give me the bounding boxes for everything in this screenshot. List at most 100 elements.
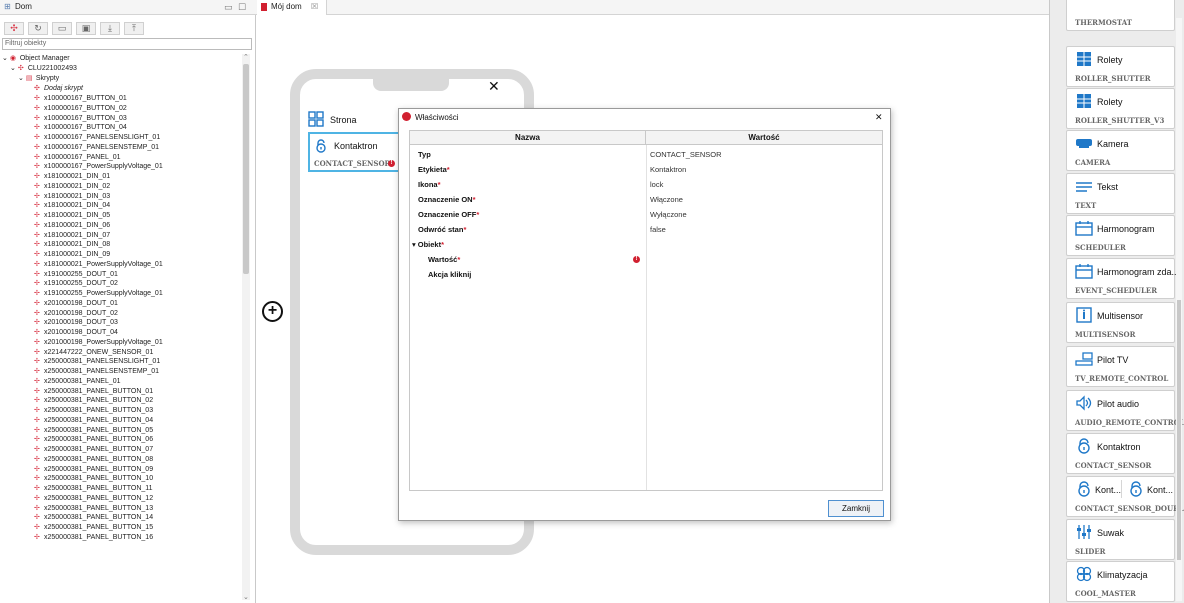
tree-object-item[interactable]: ✢ x250000381_PANEL_BUTTON_09 bbox=[34, 465, 153, 474]
tree-object-item[interactable]: ✢ x250000381_PANELSENSLIGHT_01 bbox=[34, 357, 160, 366]
column-value-header[interactable]: Wartość bbox=[646, 131, 882, 145]
filter-input[interactable]: Filtruj obiekty bbox=[2, 38, 252, 50]
tree-object-item[interactable]: ✢ x181000021_DIN_06 bbox=[34, 221, 110, 230]
tree-object-item[interactable]: ✢ x100000167_PowerSupplyVoltage_01 bbox=[34, 162, 163, 171]
panel-button[interactable]: ▭ bbox=[52, 22, 72, 35]
tree-object-item[interactable]: ✢ x250000381_PANEL_BUTTON_05 bbox=[34, 426, 153, 435]
tree-object-item[interactable]: ✢ x250000381_PANEL_01 bbox=[34, 377, 121, 386]
tree-object-item[interactable]: ✢ x100000167_BUTTON_02 bbox=[34, 104, 127, 113]
tree-object-item[interactable]: ✢ x201000198_DOUT_04 bbox=[34, 328, 118, 337]
tree-object-item[interactable]: ✢ x100000167_BUTTON_01 bbox=[34, 94, 127, 103]
tree-object-item[interactable]: ✢ x181000021_PowerSupplyVoltage_01 bbox=[34, 260, 163, 269]
palette-item-roller-shutter-v3[interactable]: Rolety ROLLER_SHUTTER_V3 bbox=[1066, 88, 1175, 129]
tree-object-item[interactable]: ✢ x100000167_BUTTON_04 bbox=[34, 123, 127, 132]
property-name[interactable]: Odwróć stan* bbox=[418, 225, 466, 234]
phone-close-icon[interactable]: ✕ bbox=[488, 78, 500, 95]
tree-object-item[interactable]: ✢ x250000381_PANEL_BUTTON_03 bbox=[34, 406, 153, 415]
tree-scripts-folder[interactable]: ⌄ ▤ Skrypty bbox=[18, 74, 59, 83]
tree-object-item[interactable]: ✢ x181000021_DIN_01 bbox=[34, 172, 110, 181]
export-button[interactable]: ⤒ bbox=[124, 22, 144, 35]
property-name[interactable]: Etykieta* bbox=[418, 165, 450, 174]
close-button[interactable]: Zamknij bbox=[828, 500, 884, 517]
expand-arrow-icon[interactable]: ▾ bbox=[412, 240, 416, 249]
cube-button[interactable]: ▣ bbox=[76, 22, 96, 35]
palette-item-event-scheduler[interactable]: Harmonogram zda... EVENT_SCHEDULER bbox=[1066, 258, 1179, 299]
minimize-icon[interactable]: ▭ bbox=[224, 2, 233, 13]
column-name-header[interactable]: Nazwa bbox=[410, 131, 646, 145]
property-value[interactable]: Włączone bbox=[650, 195, 683, 204]
tree-object-item[interactable]: ✢ x191000255_DOUT_02 bbox=[34, 279, 118, 288]
tree-object-item[interactable]: ✢ x250000381_PANEL_BUTTON_11 bbox=[34, 484, 153, 493]
palette-item-roller-shutter[interactable]: Rolety ROLLER_SHUTTER bbox=[1066, 46, 1175, 87]
tab-close-icon[interactable]: ☒ bbox=[311, 2, 318, 11]
property-name[interactable]: Typ bbox=[418, 150, 431, 159]
dialog-close-icon[interactable]: ✕ bbox=[875, 112, 883, 123]
tree-object-item[interactable]: ✢ x181000021_DIN_08 bbox=[34, 240, 110, 249]
tree-object-item[interactable]: ✢ x221447222_ONEW_SENSOR_01 bbox=[34, 348, 153, 357]
tree-object-item[interactable]: ✢ x250000381_PANELSENSTEMP_01 bbox=[34, 367, 159, 376]
tree-object-item[interactable]: ✢ x250000381_PANEL_BUTTON_16 bbox=[34, 533, 153, 542]
palette-item-thermostat[interactable]: THERMOSTAT bbox=[1066, 0, 1175, 31]
import-button[interactable]: ⤓ bbox=[100, 22, 120, 35]
tab-dom[interactable]: Dom bbox=[15, 2, 32, 11]
tree-object-item[interactable]: ✢ x250000381_PANEL_BUTTON_01 bbox=[34, 387, 153, 396]
scroll-up-icon[interactable]: ⌃ bbox=[243, 53, 249, 61]
palette-item-multisensor[interactable]: Multisensor MULTISENSOR bbox=[1066, 302, 1175, 343]
add-object-button[interactable]: ✣ bbox=[4, 22, 24, 35]
tree-object-item[interactable]: ✢ x250000381_PANEL_BUTTON_12 bbox=[34, 494, 153, 503]
tree-object-item[interactable]: ✢ x250000381_PANEL_BUTTON_08 bbox=[34, 455, 153, 464]
tree-object-item[interactable]: ✢ x100000167_PANEL_01 bbox=[34, 153, 121, 162]
tile-kontaktron[interactable]: Kontaktron CONTACT_SENSOR ! bbox=[308, 132, 400, 172]
tree-object-item[interactable]: ✢ x201000198_DOUT_02 bbox=[34, 309, 118, 318]
palette-item-text[interactable]: Tekst TEXT bbox=[1066, 173, 1175, 214]
tree-object-item[interactable]: ✢ x201000198_PowerSupplyVoltage_01 bbox=[34, 338, 163, 347]
tree-object-item[interactable]: ✢ x250000381_PANEL_BUTTON_13 bbox=[34, 504, 153, 513]
tile-strona[interactable]: Strona bbox=[308, 108, 404, 132]
palette-item-contact-sensor[interactable]: Kontaktron CONTACT_SENSOR bbox=[1066, 433, 1175, 474]
tree-object-item[interactable]: ✢ x100000167_BUTTON_03 bbox=[34, 114, 127, 123]
tree-object-item[interactable]: ✢ x181000021_DIN_09 bbox=[34, 250, 110, 259]
right-scrollbar-thumb[interactable] bbox=[1177, 300, 1181, 560]
tree-object-item[interactable]: ✢ x250000381_PANEL_BUTTON_10 bbox=[34, 474, 153, 483]
maximize-icon[interactable]: ☐ bbox=[238, 2, 246, 13]
property-value[interactable]: false bbox=[650, 225, 666, 234]
property-name[interactable]: Akcja kliknij bbox=[428, 270, 471, 279]
tree-object-item[interactable]: ✢ x191000255_DOUT_01 bbox=[34, 270, 118, 279]
tree-object-item[interactable]: ✢ x250000381_PANEL_BUTTON_06 bbox=[34, 435, 153, 444]
tree-object-item[interactable]: ✢ x181000021_DIN_04 bbox=[34, 201, 110, 210]
palette-item-audio-remote-control[interactable]: Pilot audio AUDIO_REMOTE_CONTROL bbox=[1066, 390, 1184, 431]
refresh-button[interactable]: ↻ bbox=[28, 22, 48, 35]
tree-object-item[interactable]: ✢ x250000381_PANEL_BUTTON_07 bbox=[34, 445, 153, 454]
tree-object-item[interactable]: ✢ x181000021_DIN_02 bbox=[34, 182, 110, 191]
tree-add-script[interactable]: ✣ Dodaj skrypt bbox=[34, 84, 83, 93]
palette-item-slider[interactable]: Suwak SLIDER bbox=[1066, 519, 1175, 560]
property-value[interactable]: Wyłączone bbox=[650, 210, 687, 219]
property-name[interactable]: Oznaczenie OFF* bbox=[418, 210, 479, 219]
tree-object-item[interactable]: ✢ x201000198_DOUT_01 bbox=[34, 299, 118, 308]
palette-item-cool-master[interactable]: Klimatyzacja COOL_MASTER bbox=[1066, 561, 1175, 602]
tree-object-item[interactable]: ✢ x181000021_DIN_05 bbox=[34, 211, 110, 220]
palette-item-scheduler[interactable]: Harmonogram SCHEDULER bbox=[1066, 215, 1175, 256]
palette-item-tv-remote-control[interactable]: Pilot TV TV_REMOTE_CONTROL bbox=[1066, 346, 1175, 387]
tree-object-item[interactable]: ✢ x250000381_PANEL_BUTTON_02 bbox=[34, 396, 153, 405]
tree-object-item[interactable]: ✢ x100000167_PANELSENSTEMP_01 bbox=[34, 143, 159, 152]
tree-object-item[interactable]: ✢ x201000198_DOUT_03 bbox=[34, 318, 118, 327]
palette-item-camera[interactable]: Kamera CAMERA bbox=[1066, 130, 1175, 171]
left-scrollbar-thumb[interactable] bbox=[243, 64, 249, 274]
tree-object-item[interactable]: ✢ x250000381_PANEL_BUTTON_04 bbox=[34, 416, 153, 425]
scroll-down-icon[interactable]: ⌄ bbox=[243, 593, 249, 601]
property-name[interactable]: Wartość* bbox=[428, 255, 460, 264]
tree-object-item[interactable]: ✢ x250000381_PANEL_BUTTON_14 bbox=[34, 513, 153, 522]
tree-root[interactable]: ⌄ ◉ Object Manager bbox=[2, 54, 70, 63]
tree-device[interactable]: ⌄ ✣ CLU221002493 bbox=[10, 64, 77, 73]
property-name[interactable]: Ikona* bbox=[418, 180, 441, 189]
tree-object-item[interactable]: ✢ x250000381_PANEL_BUTTON_15 bbox=[34, 523, 153, 532]
palette-item-contact-sensor-double[interactable]: Kont... Kont... CONTACT_SENSOR_DOUBLE bbox=[1066, 476, 1184, 517]
property-value[interactable]: CONTACT_SENSOR bbox=[650, 150, 722, 159]
add-page-button[interactable]: + bbox=[262, 301, 283, 322]
property-name[interactable]: ▾ Obiekt* bbox=[412, 240, 444, 249]
tree-object-item[interactable]: ✢ x191000255_PowerSupplyVoltage_01 bbox=[34, 289, 163, 298]
property-name[interactable]: Oznaczenie ON* bbox=[418, 195, 476, 204]
tree-object-item[interactable]: ✢ x181000021_DIN_07 bbox=[34, 231, 110, 240]
tab-moj-dom[interactable]: Mój dom ☒ bbox=[257, 0, 327, 15]
